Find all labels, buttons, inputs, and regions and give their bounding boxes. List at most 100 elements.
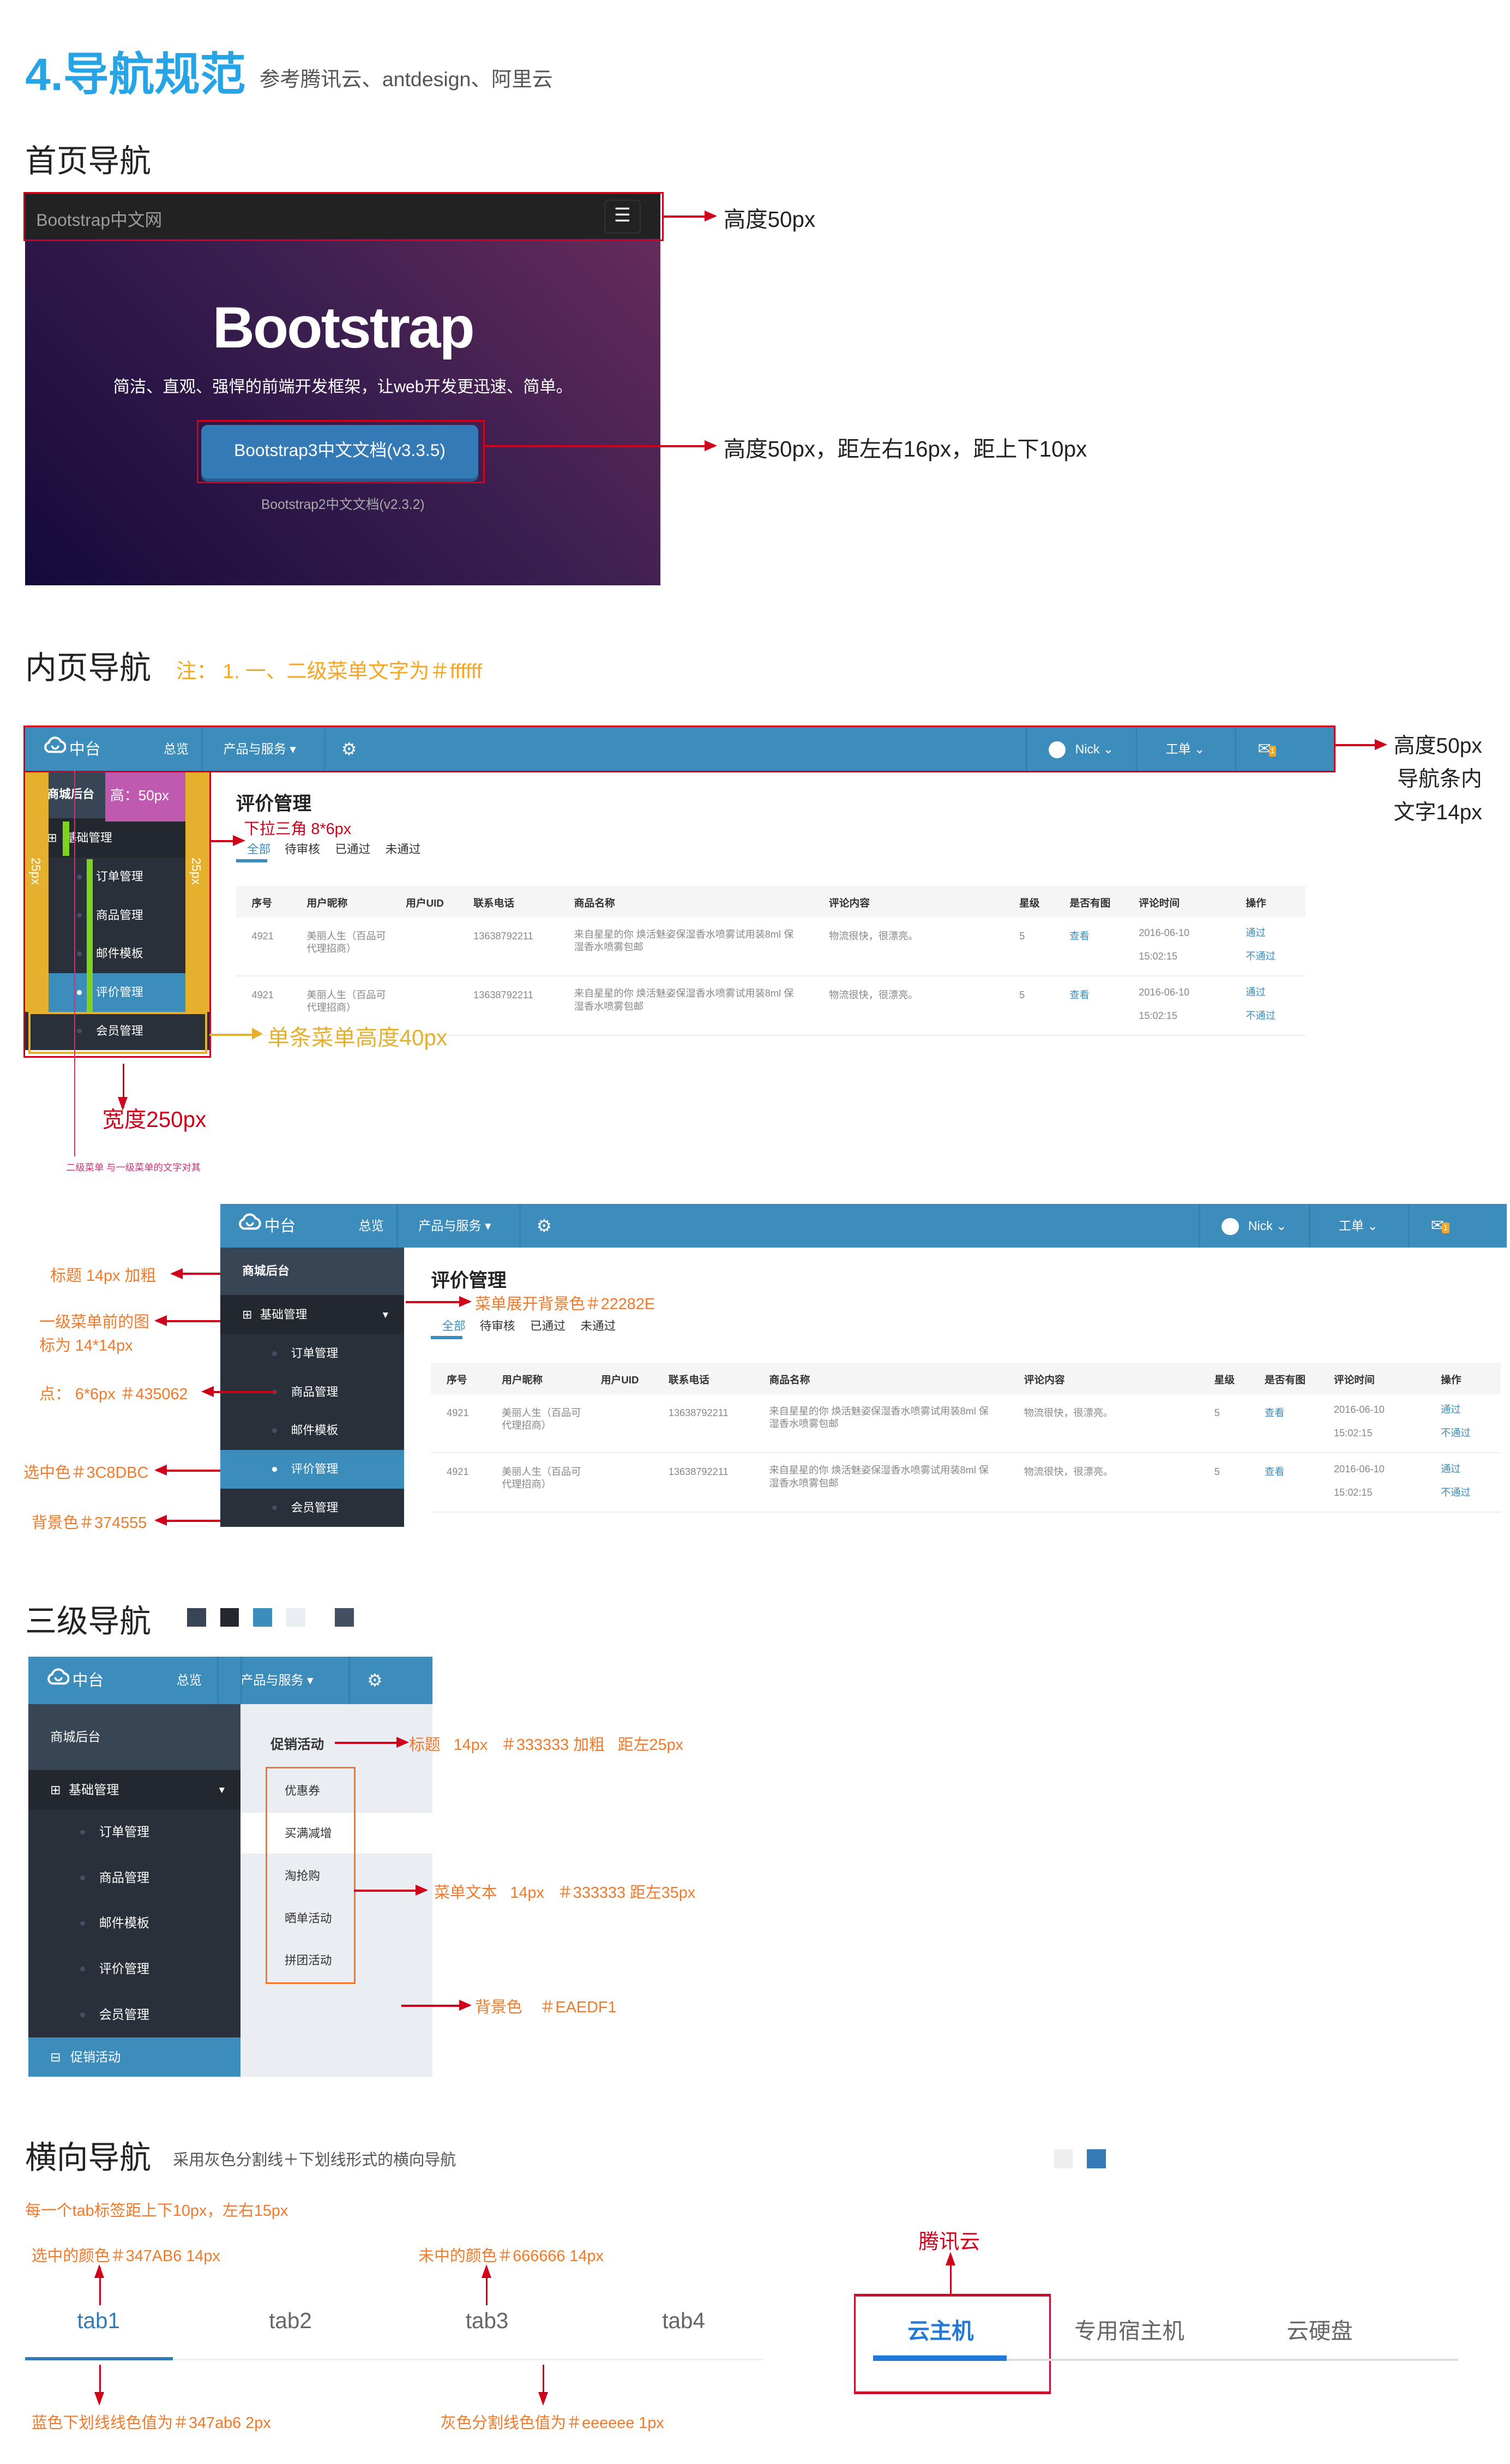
item-height-note: 单条菜单高度40px <box>267 1025 448 1051</box>
content-tab[interactable]: 已通过 <box>335 840 370 857</box>
nav-overview[interactable]: 总览 <box>177 1657 202 1701</box>
sidebar: 商城后台 ⊞ 基础管理 ▼ 订单管理 商品管理 邮件模板评价管理会员管理 ⊟ 促销活动 <box>28 1704 241 2077</box>
navbar-height-note: 高度50px <box>723 207 816 232</box>
tab-active-underline <box>25 2357 173 2360</box>
sidebar-subitem[interactable]: 评价管理 <box>220 1449 405 1489</box>
approve-link[interactable]: 通过 <box>1246 927 1265 939</box>
table-row: 4921 美丽人生（百品可代理招商） 13638792211 来自星星的你 焕活魅姿保… <box>431 1394 1501 1454</box>
sidebar-subitem[interactable]: 评价管理 <box>28 1946 240 1992</box>
gear-icon[interactable]: ⚙ <box>537 1204 552 1248</box>
note-line: 文字14px <box>1393 800 1482 824</box>
table-cell: 13638792211 <box>473 990 533 1001</box>
grid-icon: ⊞ <box>50 1782 61 1797</box>
docs-v2-link[interactable]: Bootstrap2中文文档(v2.3.2) <box>25 494 660 513</box>
logo[interactable]: 中台 <box>47 1657 104 1701</box>
content-tab[interactable]: 未通过 <box>386 840 421 857</box>
sidebar-subitem[interactable]: 邮件模板 <box>220 1411 404 1450</box>
tencent-tab-cvm[interactable]: 云主机 <box>907 2313 973 2345</box>
content-tab[interactable]: 已通过 <box>530 1317 566 1334</box>
cloud-logo-icon <box>239 1213 262 1235</box>
reject-link[interactable]: 不通过 <box>1246 1010 1275 1022</box>
table-cell: 4921 <box>251 990 274 1001</box>
page-title: 4.导航规范 <box>25 49 246 100</box>
content-tab[interactable]: 全部 <box>442 1317 466 1334</box>
view-image-link[interactable]: 查看 <box>1265 1407 1284 1419</box>
sidebar-subitem[interactable]: 会员管理 <box>220 1489 404 1527</box>
user-menu[interactable]: Nick ⌄ <box>1221 1204 1286 1248</box>
sidebar-note-dot: 点： 6*6px ＃435062 <box>39 1385 188 1403</box>
caret-down-icon: ▼ <box>381 1309 390 1320</box>
tab-4[interactable]: tab4 <box>662 2308 705 2334</box>
table-cell: 物流很快，很漂亮。 <box>1024 1466 1114 1478</box>
dot-icon <box>80 1830 85 1835</box>
reject-link[interactable]: 不通过 <box>1246 950 1275 963</box>
sidebar-subitem-label: 会员管理 <box>291 1500 339 1514</box>
grid-icon: ⊞ <box>242 1307 252 1321</box>
sidebar-subitem[interactable]: 邮件模板 <box>28 1901 240 1946</box>
nav-products-dropdown[interactable]: 产品与服务 ▾ <box>418 1204 491 1248</box>
dot-icon <box>80 1967 85 1972</box>
nav-products-dropdown[interactable]: 产品与服务 ▾ <box>240 1657 313 1701</box>
tab-1[interactable]: tab1 <box>77 2308 120 2334</box>
sidebar-subitem[interactable]: 订单管理 <box>28 1809 240 1855</box>
column-header: 用户UID <box>600 1374 639 1386</box>
column-header: 评论内容 <box>829 897 870 909</box>
divider <box>1198 1203 1200 1248</box>
content-tab[interactable]: 待审核 <box>285 840 320 857</box>
tab-2[interactable]: tab2 <box>269 2308 312 2334</box>
table-cell: 来自星星的你 焕活魅姿保湿香水喷雾试用装8ml 保湿香水喷雾包邮 <box>769 1465 989 1489</box>
sidebar-subitem-label: 评价管理 <box>99 1961 149 1976</box>
sidebar-subitem-label: 会员管理 <box>99 2007 149 2022</box>
mail-icon[interactable]: ✉ 1 <box>1431 1204 1449 1248</box>
approve-link[interactable]: 通过 <box>1441 1463 1460 1476</box>
view-image-link[interactable]: 查看 <box>1069 930 1089 943</box>
reject-link[interactable]: 不通过 <box>1441 1486 1470 1499</box>
sidebar-group-basic[interactable]: ⊞ 基础管理 ▼ <box>28 1770 241 1810</box>
tencent-tab-cbs[interactable]: 云硬盘 <box>1286 2313 1352 2345</box>
section-heading-horizontal: 横向导航 <box>25 2141 151 2176</box>
content-tab[interactable]: 全部 <box>247 840 270 857</box>
dot-icon <box>80 1875 85 1880</box>
gear-icon[interactable]: ⚙ <box>367 1657 382 1701</box>
panel-items-note: 菜单文本 14px ＃333333 距左35px <box>434 1884 696 1902</box>
sidebar-title: 商城后台 <box>28 1704 241 1770</box>
panel-items-highlight <box>266 1767 356 1985</box>
sidebar-subitem[interactable]: 商品管理 <box>28 1855 240 1901</box>
admin-mockup-colors: 中台 总览 产品与服务 ▾ ⚙ Nick ⌄ 工单 ⌄ ✉ 1 商城后台 ⊞ 基础管理 ▼ 订单管理 商品… <box>220 1203 1507 1534</box>
sidebar-group-label: 基础管理 <box>260 1307 308 1321</box>
column-header: 是否有图 <box>1265 1374 1306 1386</box>
logo-text: 中台 <box>264 1217 296 1235</box>
reject-link[interactable]: 不通过 <box>1441 1427 1470 1440</box>
logo[interactable]: 中台 <box>239 1204 296 1248</box>
section-heading-inner-nav: 内页导航 <box>25 650 151 686</box>
tab-3[interactable]: tab3 <box>466 2308 509 2334</box>
table-cell: 2016-06-10 <box>1139 927 1190 938</box>
table-cell: 来自星星的你 焕活魅姿保湿香水喷雾试用装8ml 保湿香水喷雾包邮 <box>574 928 794 952</box>
caret-down-icon: ▼ <box>217 1784 227 1795</box>
color-swatch <box>253 1608 272 1627</box>
tencent-tab-cdh[interactable]: 专用宿主机 <box>1074 2313 1184 2345</box>
table-cell: 15:02:15 <box>1333 1486 1373 1498</box>
column-header: 评论时间 <box>1333 1374 1375 1386</box>
sidebar-note-expanded: 菜单展开背景色＃22282E <box>475 1296 655 1314</box>
view-image-link[interactable]: 查看 <box>1265 1466 1284 1478</box>
view-image-link[interactable]: 查看 <box>1069 989 1089 1002</box>
sidebar-note-background: 背景色＃374555 <box>31 1514 147 1532</box>
table-cell: 13638792211 <box>668 1466 729 1478</box>
sidebar-subitem[interactable]: 会员管理 <box>28 1992 240 2038</box>
column-header: 星级 <box>1214 1374 1235 1386</box>
approve-link[interactable]: 通过 <box>1441 1404 1460 1416</box>
ticket-menu[interactable]: 工单 ⌄ <box>1339 1204 1378 1248</box>
column-header: 商品名称 <box>574 897 615 909</box>
column-header: 用户昵称 <box>502 1374 543 1386</box>
table-cell: 4921 <box>447 1407 469 1418</box>
content-tab[interactable]: 待审核 <box>480 1317 515 1334</box>
panel-title: 促销活动 <box>270 1737 324 1752</box>
table-cell: 5 <box>1019 990 1025 1001</box>
sidebar-group-basic[interactable]: ⊞ 基础管理 ▼ <box>220 1294 405 1334</box>
nav-overview[interactable]: 总览 <box>359 1204 384 1248</box>
approve-link[interactable]: 通过 <box>1246 986 1265 999</box>
content-tab[interactable]: 未通过 <box>580 1317 616 1334</box>
sidebar-item-promotions[interactable]: ⊟ 促销活动 <box>28 2037 241 2077</box>
sidebar-subitem[interactable]: 订单管理 <box>220 1334 404 1373</box>
